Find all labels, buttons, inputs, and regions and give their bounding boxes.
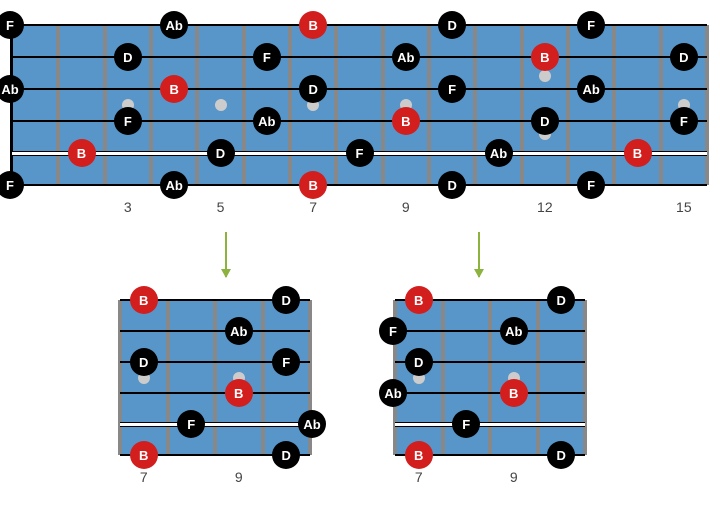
fret-number: 3: [124, 199, 132, 215]
string-line: [120, 330, 310, 332]
fret-number: 9: [510, 469, 518, 485]
fret-line: [536, 300, 540, 455]
note-root: B: [405, 441, 433, 469]
note: Ab: [160, 171, 188, 199]
fret-line: [612, 25, 616, 185]
note: D: [272, 441, 300, 469]
note: F: [272, 348, 300, 376]
note: F: [253, 43, 281, 71]
note: Ab: [0, 75, 24, 103]
note-root: B: [68, 139, 96, 167]
fret-line: [520, 25, 524, 185]
note: D: [405, 348, 433, 376]
fret-number: 9: [235, 469, 243, 485]
note: D: [438, 11, 466, 39]
fret-line: [10, 23, 13, 187]
fret-line: [103, 25, 107, 185]
note: F: [670, 107, 698, 135]
note: D: [547, 286, 575, 314]
note-root: B: [225, 379, 253, 407]
arrow-down-icon: [225, 232, 227, 277]
note-root: B: [130, 286, 158, 314]
note: Ab: [298, 410, 326, 438]
fretboard-main: FAbBDFDFAbBDAbBDFAbFAbBDFBDFAbBFAbBDF: [12, 25, 707, 185]
string-line: [395, 422, 585, 427]
fret-line: [583, 300, 587, 455]
note: F: [177, 410, 205, 438]
note-root: B: [405, 286, 433, 314]
string-line: [395, 330, 585, 332]
note: D: [670, 43, 698, 71]
note: D: [531, 107, 559, 135]
note: F: [379, 317, 407, 345]
note: F: [114, 107, 142, 135]
fret-line: [705, 25, 709, 185]
note: D: [207, 139, 235, 167]
fret-line: [288, 25, 292, 185]
fret-line: [473, 25, 477, 185]
fret-number: 7: [415, 469, 423, 485]
fret-line: [488, 300, 492, 455]
fretboard-box1: BDAbDFBFAbBD: [120, 300, 310, 455]
note-root: B: [299, 11, 327, 39]
note: Ab: [160, 11, 188, 39]
fret-line: [166, 300, 170, 455]
note: Ab: [577, 75, 605, 103]
fret-line: [261, 300, 265, 455]
fret-line: [56, 25, 60, 185]
fret-number: 15: [676, 199, 692, 215]
string-line: [120, 392, 310, 394]
note: Ab: [253, 107, 281, 135]
fret-number: 9: [402, 199, 410, 215]
fret-number: 7: [309, 199, 317, 215]
note-root: B: [299, 171, 327, 199]
fret-line: [334, 25, 338, 185]
fretboard-box2: BDFAbDAbBFBD: [395, 300, 585, 455]
fret-number: 12: [537, 199, 553, 215]
note-root: B: [531, 43, 559, 71]
note: F: [577, 11, 605, 39]
note-root: B: [392, 107, 420, 135]
fret-number: 7: [140, 469, 148, 485]
inlay-marker: [539, 70, 551, 82]
note: F: [0, 171, 24, 199]
note-root: B: [624, 139, 652, 167]
note: Ab: [392, 43, 420, 71]
note: F: [577, 171, 605, 199]
arrow-down-icon: [478, 232, 480, 277]
string-line: [120, 422, 310, 427]
fret-line: [195, 25, 199, 185]
fret-line: [659, 25, 663, 185]
fret-line: [213, 300, 217, 455]
fret-line: [149, 25, 153, 185]
note: F: [452, 410, 480, 438]
inlay-marker: [215, 99, 227, 111]
note: F: [438, 75, 466, 103]
note: D: [438, 171, 466, 199]
fret-line: [441, 300, 445, 455]
fret-line: [566, 25, 570, 185]
note: D: [130, 348, 158, 376]
note-root: B: [130, 441, 158, 469]
fret-line: [118, 300, 122, 455]
note: D: [114, 43, 142, 71]
note: D: [547, 441, 575, 469]
note: Ab: [225, 317, 253, 345]
string-line: [395, 392, 585, 394]
fret-line: [427, 25, 431, 185]
note: F: [346, 139, 374, 167]
fret-line: [381, 25, 385, 185]
note: F: [0, 11, 24, 39]
note: D: [299, 75, 327, 103]
note-root: B: [500, 379, 528, 407]
note-root: B: [160, 75, 188, 103]
note: Ab: [485, 139, 513, 167]
note: Ab: [379, 379, 407, 407]
fret-number: 5: [217, 199, 225, 215]
fret-line: [242, 25, 246, 185]
note: Ab: [500, 317, 528, 345]
note: D: [272, 286, 300, 314]
